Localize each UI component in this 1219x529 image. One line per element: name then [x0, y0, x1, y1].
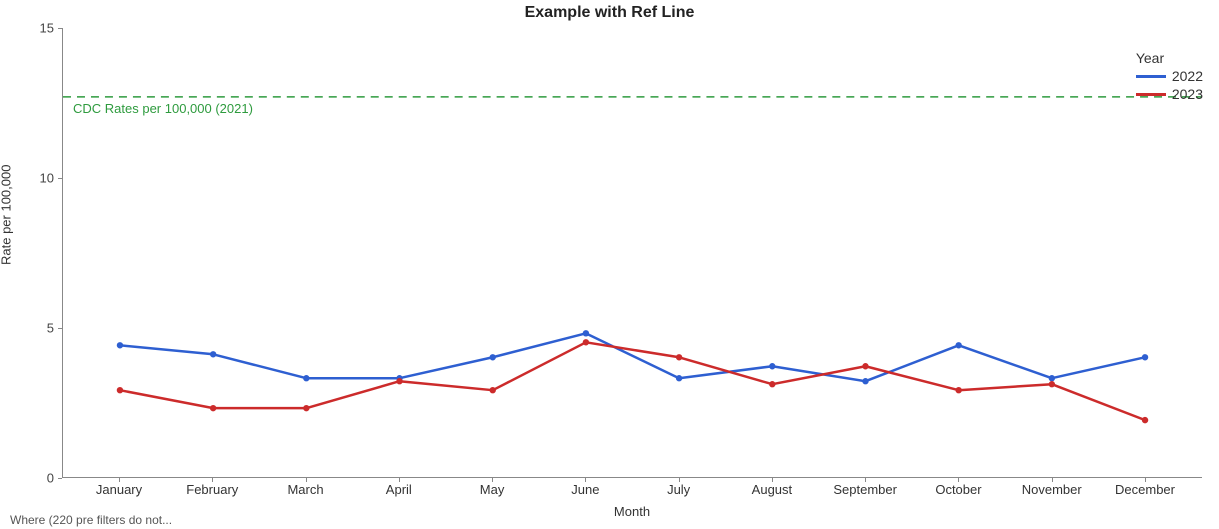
series-marker-2023	[955, 387, 961, 393]
legend-item-2023[interactable]: 2023	[1136, 86, 1203, 102]
series-line-2023	[120, 342, 1145, 420]
series-marker-2022	[490, 354, 496, 360]
plot-svg	[63, 28, 1202, 477]
where-clause-text: Where (220 pre filters do not...	[10, 513, 172, 527]
series-marker-2023	[583, 339, 589, 345]
y-axis-label: Rate per 100,000	[0, 164, 14, 264]
legend-item-2022[interactable]: 2022	[1136, 68, 1203, 84]
y-tick-mark	[58, 478, 62, 479]
x-tick-mark	[492, 478, 493, 482]
series-marker-2023	[1142, 417, 1148, 423]
x-tick-label: March	[287, 482, 323, 497]
x-tick-mark	[212, 478, 213, 482]
x-tick-mark	[1145, 478, 1146, 482]
series-marker-2023	[303, 405, 309, 411]
chart-container: Example with Ref Line Rate per 100,000 0…	[0, 0, 1219, 529]
x-tick-label: December	[1115, 482, 1175, 497]
series-marker-2022	[583, 330, 589, 336]
legend-title: Year	[1136, 50, 1203, 66]
series-marker-2022	[1049, 375, 1055, 381]
series-marker-2023	[210, 405, 216, 411]
x-tick-label: July	[667, 482, 690, 497]
x-tick-mark	[679, 478, 680, 482]
series-marker-2023	[117, 387, 123, 393]
x-tick-label: November	[1022, 482, 1082, 497]
series-marker-2022	[676, 375, 682, 381]
series-marker-2022	[955, 342, 961, 348]
x-tick-mark	[958, 478, 959, 482]
x-tick-mark	[772, 478, 773, 482]
series-marker-2023	[1049, 381, 1055, 387]
series-marker-2022	[1142, 354, 1148, 360]
y-tick-label: 10	[14, 171, 54, 186]
x-tick-mark	[306, 478, 307, 482]
plot-area: CDC Rates per 100,000 (2021)	[62, 28, 1202, 478]
x-tick-label: April	[386, 482, 412, 497]
x-axis-label: Month	[62, 504, 1202, 519]
legend-swatch	[1136, 93, 1166, 96]
x-tick-label: February	[186, 482, 238, 497]
x-tick-mark	[865, 478, 866, 482]
series-marker-2022	[862, 378, 868, 384]
legend-label: 2022	[1172, 68, 1203, 84]
x-tick-label: August	[752, 482, 792, 497]
x-tick-mark	[399, 478, 400, 482]
y-tick-label: 5	[14, 321, 54, 336]
x-tick-mark	[119, 478, 120, 482]
x-tick-label: June	[571, 482, 599, 497]
series-marker-2022	[769, 363, 775, 369]
legend-swatch	[1136, 75, 1166, 78]
series-marker-2023	[676, 354, 682, 360]
y-tick-label: 0	[14, 471, 54, 486]
x-tick-mark	[585, 478, 586, 482]
series-marker-2022	[117, 342, 123, 348]
series-marker-2023	[862, 363, 868, 369]
x-tick-label: September	[833, 482, 897, 497]
series-marker-2023	[769, 381, 775, 387]
series-marker-2023	[490, 387, 496, 393]
series-marker-2022	[303, 375, 309, 381]
x-tick-label: May	[480, 482, 505, 497]
series-marker-2023	[396, 378, 402, 384]
series-line-2022	[120, 333, 1145, 381]
x-tick-label: January	[96, 482, 142, 497]
reference-line-label: CDC Rates per 100,000 (2021)	[73, 101, 253, 116]
series-marker-2022	[210, 351, 216, 357]
x-tick-mark	[1052, 478, 1053, 482]
legend-label: 2023	[1172, 86, 1203, 102]
x-tick-label: October	[935, 482, 981, 497]
chart-title: Example with Ref Line	[0, 4, 1219, 22]
y-tick-label: 15	[14, 21, 54, 36]
legend: Year 2022 2023	[1136, 50, 1203, 102]
